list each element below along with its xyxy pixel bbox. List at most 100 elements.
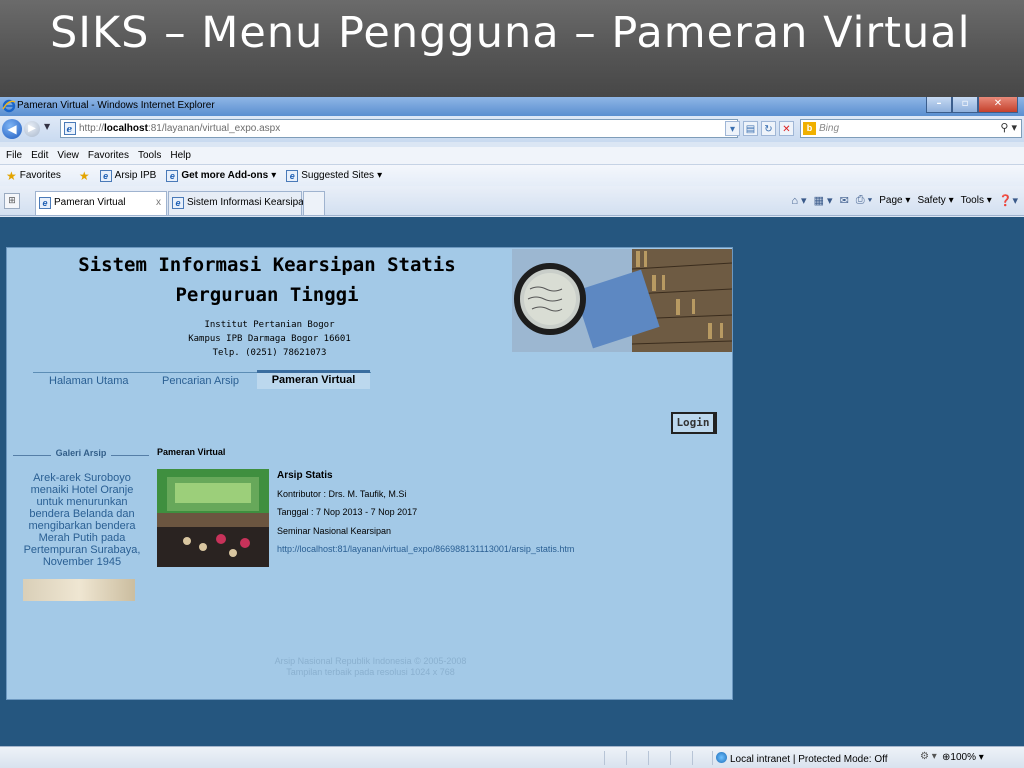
- stop-icon[interactable]: ✕: [779, 121, 794, 136]
- menu-favorites[interactable]: Favorites: [88, 150, 129, 161]
- footer-resolution-note: Tampilan terbaik pada resolusi 1024 x 76…: [286, 667, 455, 677]
- protected-mode-icon[interactable]: ⚙ ▾: [920, 751, 937, 762]
- add-favorite-icon: ★: [78, 168, 90, 183]
- compatibility-view-icon[interactable]: ▤: [743, 121, 758, 136]
- menu-help[interactable]: Help: [170, 150, 191, 161]
- status-bar: Local intranet | Protected Mode: Off ⚙ ▾…: [0, 746, 1024, 768]
- tab-label: Sistem Informasi Kearsipa...: [187, 197, 313, 208]
- page-menu[interactable]: Page ▾: [879, 195, 910, 206]
- status-divider: [604, 751, 605, 765]
- ie-page-icon: e: [172, 197, 184, 209]
- galeri-heading: Galeri Arsip: [13, 448, 149, 464]
- expo-item-title[interactable]: Arsip Statis: [277, 470, 574, 489]
- header-archive-image: [512, 249, 732, 352]
- url-host: localhost: [104, 123, 148, 134]
- zoom-control[interactable]: ⊕100% ▾: [942, 752, 984, 763]
- window-controls: – ▫ ✕: [926, 97, 1018, 114]
- expo-item-date: Tanggal : 7 Nop 2013 - 7 Nop 2017: [277, 507, 418, 517]
- security-zone[interactable]: Local intranet | Protected Mode: Off: [716, 752, 888, 765]
- back-button[interactable]: ◀: [2, 119, 22, 139]
- page-viewport: Sistem Informasi Kearsipan Statis Pergur…: [0, 217, 1024, 746]
- tools-menu-label: Tools: [960, 195, 984, 206]
- safety-menu[interactable]: Safety ▾: [917, 195, 953, 206]
- menu-view[interactable]: View: [57, 150, 79, 161]
- expo-item-info: Arsip Statis Kontributor : Drs. M. Taufi…: [277, 470, 574, 563]
- favorites-label: Favorites: [19, 170, 61, 181]
- fav-label-arsip-ipb: Arsip IPB: [114, 170, 157, 181]
- dropdown-icon[interactable]: ▾: [725, 121, 740, 136]
- mail-icon[interactable]: ✉: [840, 194, 849, 207]
- print-icon[interactable]: ⎙ ▾: [856, 194, 872, 207]
- nav-pameran-virtual[interactable]: Pameran Virtual: [257, 370, 370, 389]
- favorites-bar: ★ Favorites ★ e Arsip IPB e Get more Add…: [0, 164, 1024, 186]
- ie-page-icon: e: [99, 169, 112, 182]
- menu-edit[interactable]: Edit: [31, 150, 48, 161]
- help-icon[interactable]: ❓▾: [999, 194, 1018, 207]
- site-address: Institut Pertanian Bogor Kampus IPB Darm…: [7, 318, 532, 360]
- galeri-thumbnail[interactable]: [23, 579, 135, 601]
- zoom-level: 100%: [950, 752, 976, 763]
- star-icon: ★: [6, 168, 17, 183]
- address-bar: ◀ ▶ ▼ e http://localhost:81/layanan/virt…: [0, 116, 1024, 142]
- site-footer: Arsip Nasional Republik Indonesia © 2005…: [157, 656, 584, 678]
- galeri-marquee-text: Arek-arek Suroboyo menaiki Hotel Oranje …: [23, 472, 141, 568]
- status-divider: [626, 751, 627, 765]
- tab-sistem-informasi[interactable]: e Sistem Informasi Kearsipa...: [168, 191, 312, 215]
- fav-label-get-addons: Get more Add-ons: [181, 170, 269, 181]
- address-tools: ▾ ▤ ↻ ✕: [725, 121, 794, 136]
- url-prefix: http://: [79, 123, 105, 134]
- site-title-line1: Sistem Informasi Kearsipan Statis: [78, 254, 456, 276]
- page-icon: e: [64, 122, 76, 135]
- window-titlebar: Pameran Virtual - Windows Internet Explo…: [0, 97, 1024, 116]
- menu-file[interactable]: File: [6, 150, 22, 161]
- nav-halaman-utama[interactable]: Halaman Utama: [49, 375, 128, 387]
- home-icon[interactable]: ⌂ ▾: [791, 194, 806, 207]
- security-zone-label: Local intranet | Protected Mode: Off: [730, 754, 888, 765]
- minimize-button[interactable]: –: [926, 97, 952, 113]
- fav-get-addons[interactable]: e Get more Add-ons ▾: [166, 169, 277, 182]
- site-address-line3: Telp. (0251) 78621073: [212, 348, 327, 358]
- refresh-icon[interactable]: ↻: [761, 121, 776, 136]
- close-window-button[interactable]: ✕: [978, 97, 1018, 113]
- fav-suggested-sites[interactable]: e Suggested Sites ▾: [286, 169, 383, 182]
- expo-item-link[interactable]: http://localhost:81/layanan/virtual_expo…: [277, 544, 574, 563]
- slide-title: SIKS – Menu Pengguna – Pameran Virtual: [50, 8, 971, 58]
- forward-button[interactable]: ▶: [24, 121, 40, 137]
- add-favorite-button[interactable]: ★: [79, 169, 90, 183]
- chevron-down-icon: ▾: [271, 170, 277, 181]
- url-input[interactable]: e http://localhost:81/layanan/virtual_ex…: [60, 119, 738, 138]
- search-input[interactable]: b Bing ⚲ ▾: [800, 119, 1022, 138]
- site-address-line2: Kampus IPB Darmaga Bogor 16601: [188, 334, 351, 344]
- expo-item-description: Seminar Nasional Kearsipan: [277, 525, 392, 536]
- intranet-icon: [716, 752, 727, 763]
- status-divider: [670, 751, 671, 765]
- favorites-button[interactable]: ★ Favorites: [6, 169, 61, 183]
- safety-menu-label: Safety: [917, 195, 946, 206]
- recent-pages-dropdown-icon[interactable]: ▼: [44, 122, 50, 131]
- menu-bar: File Edit View Favorites Tools Help: [0, 147, 1024, 164]
- search-icon[interactable]: ⚲ ▾: [1000, 120, 1017, 137]
- fav-label-suggested-sites: Suggested Sites: [301, 170, 375, 181]
- close-tab-icon[interactable]: x: [156, 192, 161, 214]
- chevron-down-icon: ▾: [377, 170, 383, 181]
- expo-thumbnail[interactable]: [157, 469, 269, 567]
- search-placeholder: Bing: [819, 123, 840, 134]
- tab-pameran-virtual[interactable]: e Pameran Virtual x: [35, 191, 167, 215]
- menu-tools[interactable]: Tools: [138, 150, 161, 161]
- slide-header: SIKS – Menu Pengguna – Pameran Virtual: [0, 0, 1024, 97]
- window-title: Pameran Virtual - Windows Internet Explo…: [17, 100, 215, 111]
- status-divider: [712, 751, 713, 765]
- quick-tabs-icon[interactable]: ⊞: [4, 193, 20, 209]
- expo-heading: Pameran Virtual: [157, 447, 226, 457]
- site-title: Sistem Informasi Kearsipan Statis Pergur…: [7, 250, 527, 310]
- tools-menu[interactable]: Tools ▾: [961, 195, 992, 206]
- status-divider: [648, 751, 649, 765]
- restore-button[interactable]: ▫: [952, 97, 978, 113]
- nav-pencarian-arsip[interactable]: Pencarian Arsip: [162, 375, 239, 387]
- feeds-icon[interactable]: ▦ ▾: [814, 194, 833, 207]
- login-button[interactable]: Login: [671, 412, 717, 434]
- new-tab-button[interactable]: [303, 191, 325, 215]
- url-path: :81/layanan/virtual_expo.aspx: [147, 123, 281, 134]
- fav-arsip-ipb[interactable]: e Arsip IPB: [99, 169, 157, 182]
- site-nav: Halaman Utama Pencarian Arsip Pameran Vi…: [33, 370, 371, 389]
